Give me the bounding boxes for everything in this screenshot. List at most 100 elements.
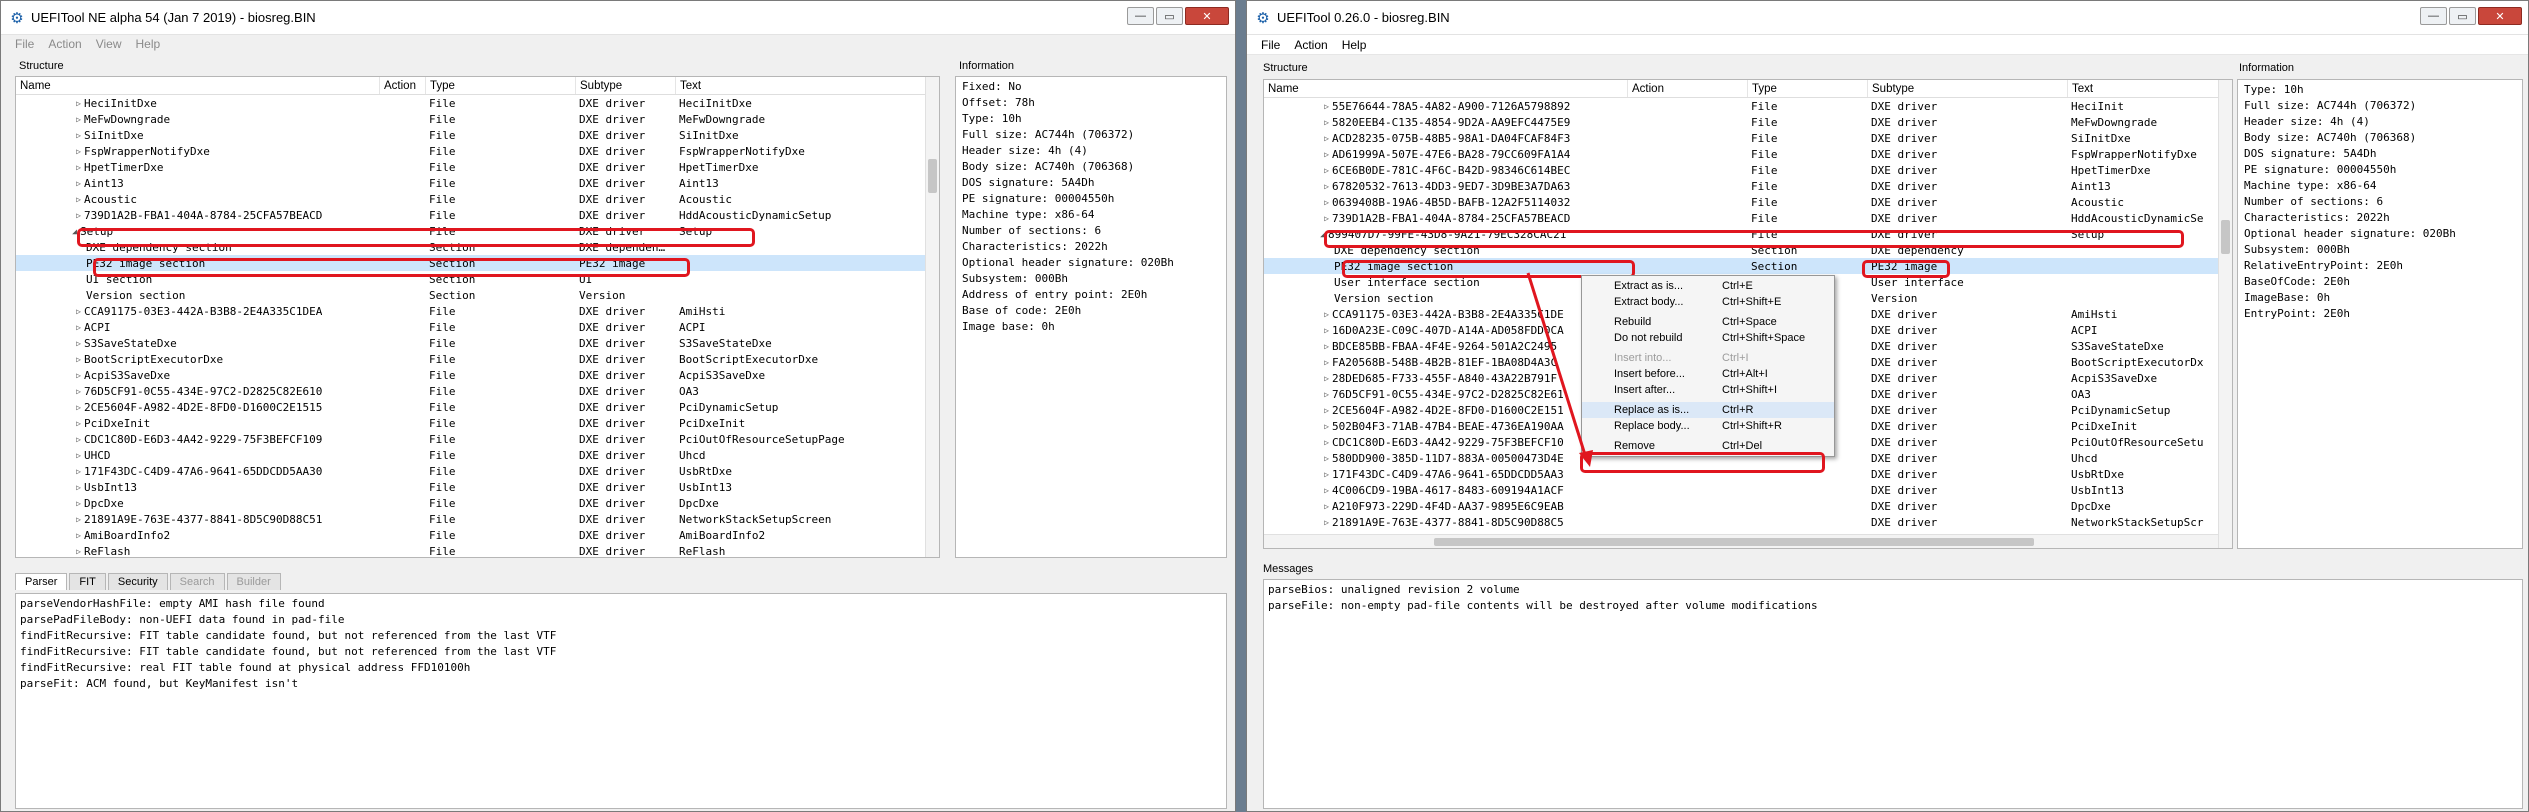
- tree-row[interactable]: ▷ 171F43DC-C4D9-47A6-9641-65DDCDD5AA30 Fil…: [16, 463, 939, 479]
- structure-tree[interactable]: Name Action Type Subtype Text ▷ HeciInitD…: [15, 76, 940, 558]
- tree-row[interactable]: ▷ Acoustic File DXE driver Acoustic: [16, 191, 939, 207]
- tree-row[interactable]: ▷ UsbInt13 File DXE driver UsbInt13: [16, 479, 939, 495]
- context-menu-item[interactable]: Replace body... Ctrl+Shift+R: [1582, 418, 1834, 434]
- tree-row[interactable]: Version section Section Version: [16, 287, 939, 303]
- tree-row[interactable]: ▷ AD61999A-507E-47E6-BA28-79CC609FA1A4 Fil…: [1264, 146, 2232, 162]
- tree-row[interactable]: ▷ AcpiS3SaveDxe File DXE driver AcpiS3SaveDx…: [16, 367, 939, 383]
- tree-row[interactable]: ▷ 2CE5604F-A982-4D2E-8FD0-D1600C2E1515 Fil…: [16, 399, 939, 415]
- tree-hscrollbar[interactable]: [1264, 534, 2218, 548]
- tree-row[interactable]: ▷ CCA91175-03E3-442A-B3B8-2E4A335C1DEA Fil…: [16, 303, 939, 319]
- collapsed-arrow-icon[interactable]: ▷: [1320, 422, 1330, 431]
- tree-row[interactable]: ▷ 67820532-7613-4DD3-9ED7-3D9BE3A7DA63 Fil…: [1264, 178, 2232, 194]
- collapsed-arrow-icon[interactable]: ▷: [72, 307, 82, 316]
- tree-row[interactable]: ▷ Aint13 File DXE driver Aint13: [16, 175, 939, 191]
- tree-row[interactable]: ▷ DpcDxe File DXE driver DpcDxe: [16, 495, 939, 511]
- collapsed-arrow-icon[interactable]: ▷: [1320, 502, 1330, 511]
- maximize-button[interactable]: ▭: [2449, 7, 2476, 25]
- tree-row[interactable]: ▷ 739D1A2B-FBA1-404A-8784-25CFA57BEACD Fil…: [16, 207, 939, 223]
- tree-row[interactable]: ▷ 55E76644-78A5-4A82-A900-7126A5798892 Fil…: [1264, 98, 2232, 114]
- context-menu-item[interactable]: Insert into... Ctrl+I: [1582, 350, 1834, 366]
- close-button[interactable]: ✕: [2478, 7, 2522, 25]
- collapsed-arrow-icon[interactable]: ▷: [72, 435, 82, 444]
- context-menu-item[interactable]: Replace as is... Ctrl+R: [1582, 402, 1834, 418]
- tree-row[interactable]: ▷ BootScriptExecutorDxe File DXE driver Boot…: [16, 351, 939, 367]
- collapsed-arrow-icon[interactable]: ▷: [72, 451, 82, 460]
- collapsed-arrow-icon[interactable]: ▷: [1320, 310, 1330, 319]
- collapsed-arrow-icon[interactable]: ▷: [1320, 166, 1330, 175]
- context-menu-item[interactable]: Do not rebuild Ctrl+Shift+Space: [1582, 330, 1834, 346]
- context-menu-item[interactable]: Insert before... Ctrl+Alt+I: [1582, 366, 1834, 382]
- messages-panel[interactable]: parseBios: unaligned revision 2 volume p…: [1263, 579, 2523, 809]
- tree-row[interactable]: ▷ AmiBoardInfo2 File DXE driver AmiBoardInfo…: [16, 527, 939, 543]
- tab-security[interactable]: Security: [107, 573, 168, 590]
- parser-messages[interactable]: parseVendorHashFile: empty AMI hash file…: [15, 593, 1227, 809]
- context-menu-item[interactable]: Extract as is... Ctrl+E: [1582, 278, 1834, 294]
- collapsed-arrow-icon[interactable]: ▷: [1320, 342, 1330, 351]
- collapsed-arrow-icon[interactable]: ▷: [72, 515, 82, 524]
- tree-row[interactable]: ▷ 5820EEB4-C135-4854-9D2A-AA9EFC4475E9 Fil…: [1264, 114, 2232, 130]
- menu-file[interactable]: File: [15, 37, 34, 51]
- collapsed-arrow-icon[interactable]: ▷: [1320, 486, 1330, 495]
- tab-parser[interactable]: Parser: [15, 573, 68, 590]
- tree-row[interactable]: ▷ S3SaveStateDxe File DXE driver S3SaveState…: [16, 335, 939, 351]
- collapsed-arrow-icon[interactable]: ▷: [1320, 374, 1330, 383]
- collapsed-arrow-icon[interactable]: ▷: [72, 211, 82, 220]
- collapsed-arrow-icon[interactable]: ▷: [1320, 150, 1330, 159]
- collapsed-arrow-icon[interactable]: ▷: [72, 499, 82, 508]
- collapsed-arrow-icon[interactable]: ▷: [72, 115, 82, 124]
- tree-row[interactable]: ▷ 21891A9E-763E-4377-8841-8D5C90D88C5 DXE …: [1264, 514, 2232, 530]
- collapsed-arrow-icon[interactable]: ▷: [1320, 438, 1330, 447]
- menu-help[interactable]: Help: [1342, 38, 1367, 52]
- tab-builder[interactable]: Builder: [226, 573, 281, 590]
- collapsed-arrow-icon[interactable]: ▷: [1320, 406, 1330, 415]
- collapsed-arrow-icon[interactable]: ▷: [1320, 214, 1330, 223]
- collapsed-arrow-icon[interactable]: ▷: [1320, 118, 1330, 127]
- tree-row[interactable]: ▷ UHCD File DXE driver Uhcd: [16, 447, 939, 463]
- collapsed-arrow-icon[interactable]: ▷: [72, 403, 82, 412]
- collapsed-arrow-icon[interactable]: ▷: [72, 147, 82, 156]
- tree-scrollbar[interactable]: [2218, 80, 2232, 548]
- tab-search[interactable]: Search: [169, 573, 225, 590]
- tree-row[interactable]: ▷ FspWrapperNotifyDxe File DXE driver FspWra…: [16, 143, 939, 159]
- collapsed-arrow-icon[interactable]: ▷: [1320, 518, 1330, 527]
- collapsed-arrow-icon[interactable]: ▷: [1320, 102, 1330, 111]
- collapsed-arrow-icon[interactable]: ▷: [1320, 470, 1330, 479]
- tree-row[interactable]: ▷ HpetTimerDxe File DXE driver HpetTimerDxe: [16, 159, 939, 175]
- collapsed-arrow-icon[interactable]: ▷: [72, 387, 82, 396]
- collapsed-arrow-icon[interactable]: ▷: [72, 419, 82, 428]
- context-menu-item[interactable]: Extract body... Ctrl+Shift+E: [1582, 294, 1834, 310]
- tab-fit[interactable]: FIT: [69, 573, 106, 590]
- collapsed-arrow-icon[interactable]: ▷: [72, 467, 82, 476]
- tree-row[interactable]: ▷ A210F973-229D-4F4D-AA37-9895E6C9EAB DXE …: [1264, 498, 2232, 514]
- collapsed-arrow-icon[interactable]: ▷: [72, 339, 82, 348]
- tree-scrollbar[interactable]: [925, 77, 939, 557]
- tree-row[interactable]: ▷ 0639408B-19A6-4B5D-BAFB-12A2F5114032 Fil…: [1264, 194, 2232, 210]
- tree-row[interactable]: ▷ 76D5CF91-0C55-434E-97C2-D2825C82E610 Fil…: [16, 383, 939, 399]
- col-type[interactable]: Type: [1748, 80, 1868, 97]
- tree-row[interactable]: ▷ 6CE6B0DE-781C-4F6C-B42D-98346C614BEC Fil…: [1264, 162, 2232, 178]
- menu-action[interactable]: Action: [1294, 38, 1327, 52]
- tree-row[interactable]: ▷ SiInitDxe File DXE driver SiInitDxe: [16, 127, 939, 143]
- tree-row[interactable]: ▷ ACD28235-075B-48B5-98A1-DA04FCAF84F3 Fil…: [1264, 130, 2232, 146]
- collapsed-arrow-icon[interactable]: ▷: [1320, 134, 1330, 143]
- collapsed-arrow-icon[interactable]: ▷: [72, 531, 82, 540]
- collapsed-arrow-icon[interactable]: ▷: [72, 355, 82, 364]
- collapsed-arrow-icon[interactable]: ▷: [1320, 326, 1330, 335]
- context-menu-item[interactable]: Insert after... Ctrl+Shift+I: [1582, 382, 1834, 398]
- col-subtype[interactable]: Subtype: [576, 77, 676, 94]
- collapsed-arrow-icon[interactable]: ▷: [1320, 390, 1330, 399]
- collapsed-arrow-icon[interactable]: ▷: [72, 195, 82, 204]
- tree-row[interactable]: ▷ PciDxeInit File DXE driver PciDxeInit: [16, 415, 939, 431]
- close-button[interactable]: ✕: [1185, 7, 1229, 25]
- tree-row[interactable]: ▷ HeciInitDxe File DXE driver HeciInitDxe: [16, 95, 939, 111]
- menu-view[interactable]: View: [96, 37, 122, 51]
- collapsed-arrow-icon[interactable]: ▷: [72, 163, 82, 172]
- collapsed-arrow-icon[interactable]: ▷: [72, 99, 82, 108]
- collapsed-arrow-icon[interactable]: ▷: [1320, 198, 1330, 207]
- minimize-button[interactable]: —: [2420, 7, 2447, 25]
- minimize-button[interactable]: —: [1127, 7, 1154, 25]
- menu-file[interactable]: File: [1261, 38, 1280, 52]
- collapsed-arrow-icon[interactable]: ▷: [72, 547, 82, 556]
- tree-row[interactable]: ▷ MeFwDowngrade File DXE driver MeFwDowngrad…: [16, 111, 939, 127]
- menu-help[interactable]: Help: [136, 37, 161, 51]
